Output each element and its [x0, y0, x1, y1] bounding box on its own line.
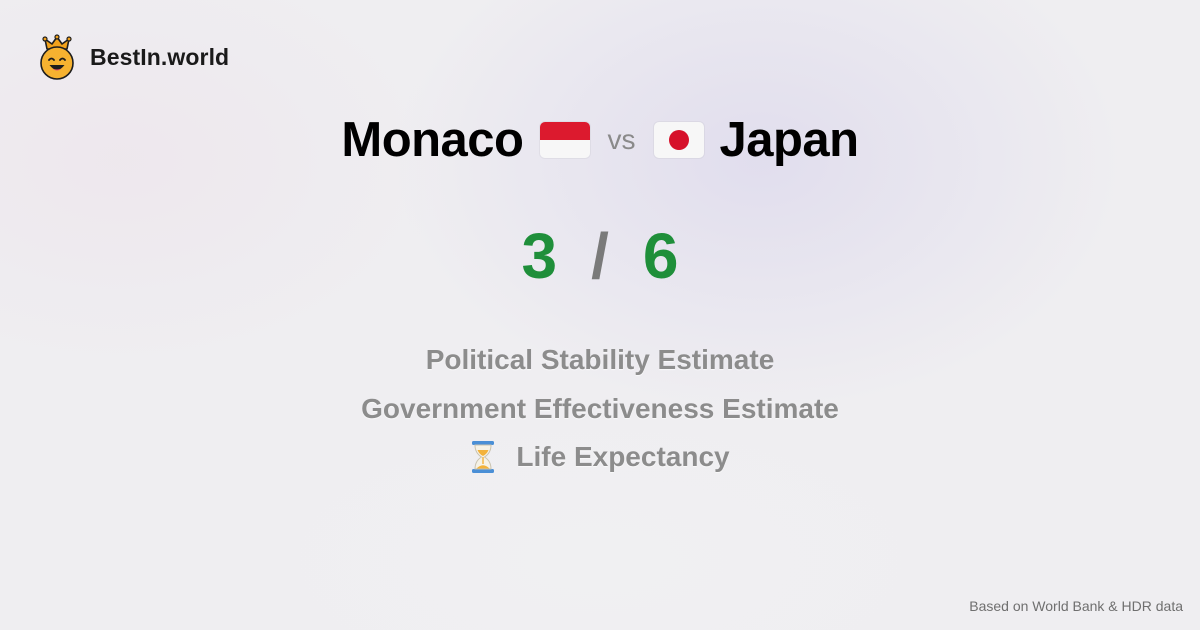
- metric-list: Political Stability Estimate Government …: [0, 336, 1200, 482]
- score-separator: /: [591, 220, 609, 292]
- score-b: 6: [642, 220, 679, 292]
- country-a-name: Monaco: [341, 113, 524, 167]
- brand[interactable]: BestIn.world: [38, 34, 229, 80]
- data-source-note: Based on World Bank & HDR data: [969, 598, 1183, 614]
- monaco-flag-icon: [539, 122, 590, 158]
- metric-item: Life Expectancy: [0, 433, 1200, 482]
- country-b-name: Japan: [719, 113, 860, 167]
- score: 3 / 6: [0, 216, 1200, 296]
- metric-label: Political Stability Estimate: [425, 344, 775, 376]
- crowned-smiley-icon: [40, 34, 74, 80]
- metric-item: Government Effectiveness Estimate: [0, 385, 1200, 434]
- score-a: 3: [521, 220, 558, 292]
- brand-name: BestIn.world: [90, 43, 230, 70]
- comparison-title: Monaco vs Japan: [0, 108, 1200, 172]
- metric-item: Political Stability Estimate: [0, 336, 1200, 385]
- vs-label: vs: [607, 124, 636, 155]
- metric-label: Life Expectancy: [516, 441, 730, 473]
- japan-flag-icon: [653, 122, 704, 158]
- hourglass-icon: [472, 441, 495, 474]
- metric-label: Government Effectiveness Estimate: [361, 392, 839, 424]
